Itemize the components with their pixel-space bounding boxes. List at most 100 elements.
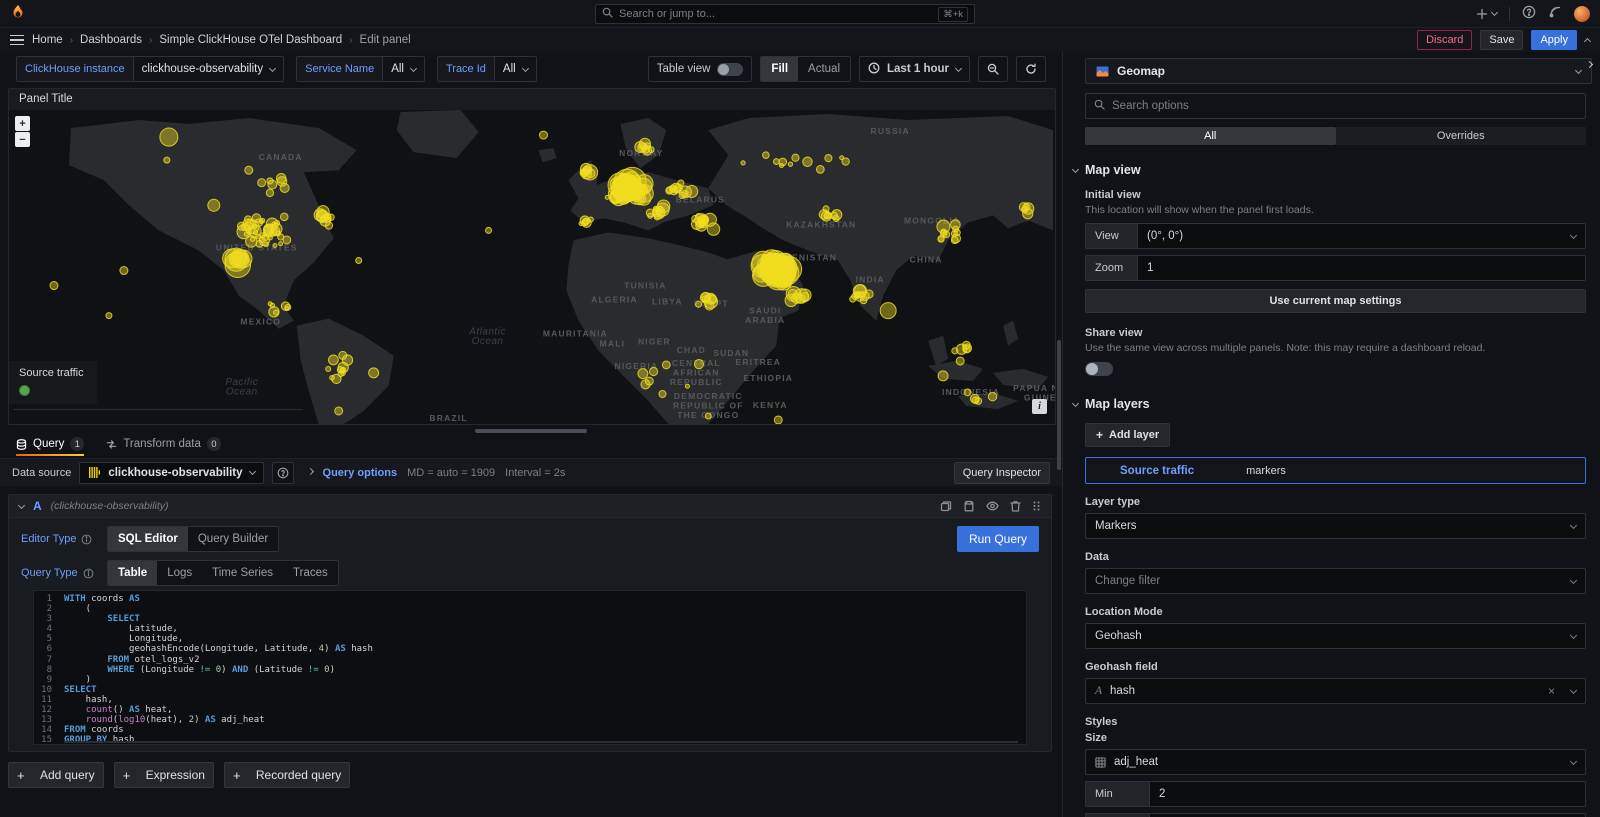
query-inspector-button[interactable]: Query Inspector — [954, 462, 1050, 484]
code-line[interactable]: 1WITH coords AS — [34, 594, 1026, 604]
variable-value-dropdown[interactable]: All — [495, 56, 537, 82]
breadcrumb-dashboards[interactable]: Dashboards — [80, 34, 142, 46]
time-series-option[interactable]: Time Series — [202, 561, 283, 585]
share-view-toggle[interactable] — [1085, 362, 1113, 376]
traffic-marker — [486, 227, 492, 233]
new-button[interactable] — [1476, 8, 1497, 20]
apply-button[interactable]: Apply — [1531, 30, 1577, 50]
section-map-layers-header[interactable]: Map layers — [1071, 397, 1586, 411]
tab-overrides[interactable]: Overrides — [1336, 127, 1587, 145]
map-attribution-info-button[interactable]: i — [1032, 399, 1047, 414]
query-options-toggle[interactable]: Query options — [323, 467, 398, 479]
recorded-query-button[interactable]: + Recorded query — [224, 762, 350, 788]
code-scrollbar[interactable] — [64, 741, 1018, 743]
layer-item-source-traffic[interactable]: Source traffic markers — [1085, 457, 1586, 484]
datasource-picker[interactable]: clickhouse-observability — [79, 462, 263, 484]
run-query-button[interactable]: Run Query — [957, 526, 1039, 552]
discard-button[interactable]: Discard — [1417, 30, 1472, 50]
breadcrumb-home[interactable]: Home — [32, 34, 63, 46]
copy-icon[interactable] — [963, 500, 975, 512]
zoom-out-time-button[interactable] — [978, 56, 1008, 82]
variable-value-dropdown[interactable]: All — [383, 56, 425, 82]
code-line[interactable]: 14FROM coords — [34, 725, 1026, 735]
layer-type-select[interactable]: Markers — [1085, 513, 1586, 539]
collapse-options-icon[interactable] — [1584, 38, 1591, 45]
use-current-map-settings-button[interactable]: Use current map settings — [1085, 289, 1586, 313]
landmass — [928, 336, 948, 366]
clear-icon[interactable]: × — [1548, 684, 1555, 698]
hide-response-eye-icon[interactable] — [986, 500, 999, 512]
max-input[interactable]: 15 — [1149, 813, 1586, 817]
min-input[interactable]: 2 — [1149, 781, 1586, 807]
panel-type-picker[interactable]: Geomap — [1085, 58, 1592, 84]
news-icon[interactable] — [1548, 5, 1562, 22]
help-icon[interactable] — [1522, 5, 1536, 22]
string-field-icon: A — [1095, 685, 1102, 697]
datasource-help-button[interactable] — [272, 462, 294, 484]
code-line[interactable]: 5 Longitude, — [34, 634, 1026, 644]
tab-query[interactable]: Query 1 — [16, 437, 84, 456]
pane-resize-handle[interactable] — [0, 425, 1062, 437]
table-view-toggle[interactable]: Table view — [648, 56, 753, 82]
actual-option[interactable]: Actual — [798, 57, 850, 81]
drag-handle-icon[interactable] — [1032, 500, 1041, 512]
save-button[interactable]: Save — [1480, 30, 1523, 50]
view-select[interactable]: (0°, 0°) — [1137, 223, 1586, 249]
remove-query-trash-icon[interactable] — [1010, 500, 1021, 512]
scrollbar[interactable] — [1057, 340, 1061, 470]
traffic-marker — [788, 162, 792, 166]
size-field-select[interactable]: adj_heat — [1085, 749, 1586, 775]
sql-code-editor[interactable]: 1WITH coords AS2 (3 SELECT4 Latitude,5 L… — [33, 590, 1027, 745]
code-line[interactable]: 10SELECT — [34, 685, 1026, 695]
query-row-header[interactable]: A (clickhouse-observability) — [9, 495, 1051, 518]
code-line[interactable]: 12 count() AS heat, — [34, 705, 1026, 715]
add-layer-button[interactable]: +Add layer — [1085, 423, 1170, 447]
time-range-picker[interactable]: Last 1 hour — [859, 56, 970, 82]
code-line[interactable]: 7 FROM otel_logs_v2 — [34, 655, 1026, 665]
logs-option[interactable]: Logs — [157, 561, 202, 585]
code-line[interactable]: 8 WHERE (Longitude != 0) AND (Latitude !… — [34, 665, 1026, 675]
data-filter-select[interactable]: Change filter — [1085, 568, 1586, 594]
code-line[interactable]: 6 geohashEncode(Longitude, Latitude, 4) … — [34, 644, 1026, 654]
geomap-canvas[interactable]: CANADARUSSIAUNITED STATESMEXICOBRAZILKAZ… — [9, 110, 1055, 424]
table-option[interactable]: Table — [108, 561, 157, 585]
traffic-marker — [342, 355, 352, 365]
options-search-input[interactable]: Search options — [1085, 93, 1586, 119]
traces-option[interactable]: Traces — [283, 561, 338, 585]
collapse-query-icon[interactable] — [18, 501, 25, 508]
code-line[interactable]: 3 SELECT — [34, 614, 1026, 624]
code-line[interactable]: 2 ( — [34, 604, 1026, 614]
grafana-logo[interactable] — [10, 4, 26, 23]
variable-value-dropdown[interactable]: clickhouse-observability — [134, 56, 284, 82]
geohash-field-select[interactable]: A hash × — [1085, 678, 1586, 704]
country-label: CHAD — [677, 345, 706, 355]
code-line[interactable]: 11 hash, — [34, 695, 1026, 705]
code-line[interactable]: 9 ) — [34, 675, 1026, 685]
traffic-marker — [954, 229, 960, 235]
tab-all[interactable]: All — [1085, 127, 1336, 145]
duplicate-query-icon[interactable] — [940, 500, 952, 512]
zoom-input[interactable]: 1 — [1137, 255, 1586, 281]
sql-editor-option[interactable]: SQL Editor — [108, 527, 188, 551]
map-zoom-out-button[interactable]: − — [15, 132, 30, 147]
add-query-button[interactable]: + Add query — [8, 762, 104, 788]
traffic-marker — [588, 217, 593, 222]
section-map-view-header[interactable]: Map view — [1071, 163, 1586, 177]
traffic-marker — [1024, 204, 1030, 210]
expression-button[interactable]: + Expression — [114, 762, 214, 788]
fill-option[interactable]: Fill — [761, 57, 798, 81]
refresh-button[interactable] — [1016, 56, 1046, 82]
search-input[interactable]: Search or jump to... ⌘+k — [595, 4, 975, 24]
location-mode-select[interactable]: Geohash — [1085, 623, 1586, 649]
code-token: ( — [64, 604, 91, 614]
user-avatar[interactable] — [1574, 6, 1590, 22]
toggle-off[interactable] — [717, 63, 743, 76]
code-line[interactable]: 13 round(log10(heat), 2) AS adj_heat — [34, 715, 1026, 725]
query-builder-option[interactable]: Query Builder — [188, 527, 278, 551]
menu-toggle-icon[interactable] — [10, 35, 24, 46]
breadcrumb-dashboard-name[interactable]: Simple ClickHouse OTel Dashboard — [159, 34, 342, 46]
tab-transform-data[interactable]: Transform data 0 — [106, 437, 221, 456]
panel-title[interactable]: Panel Title — [9, 89, 1055, 110]
code-line[interactable]: 4 Latitude, — [34, 624, 1026, 634]
map-zoom-in-button[interactable]: + — [15, 116, 30, 131]
